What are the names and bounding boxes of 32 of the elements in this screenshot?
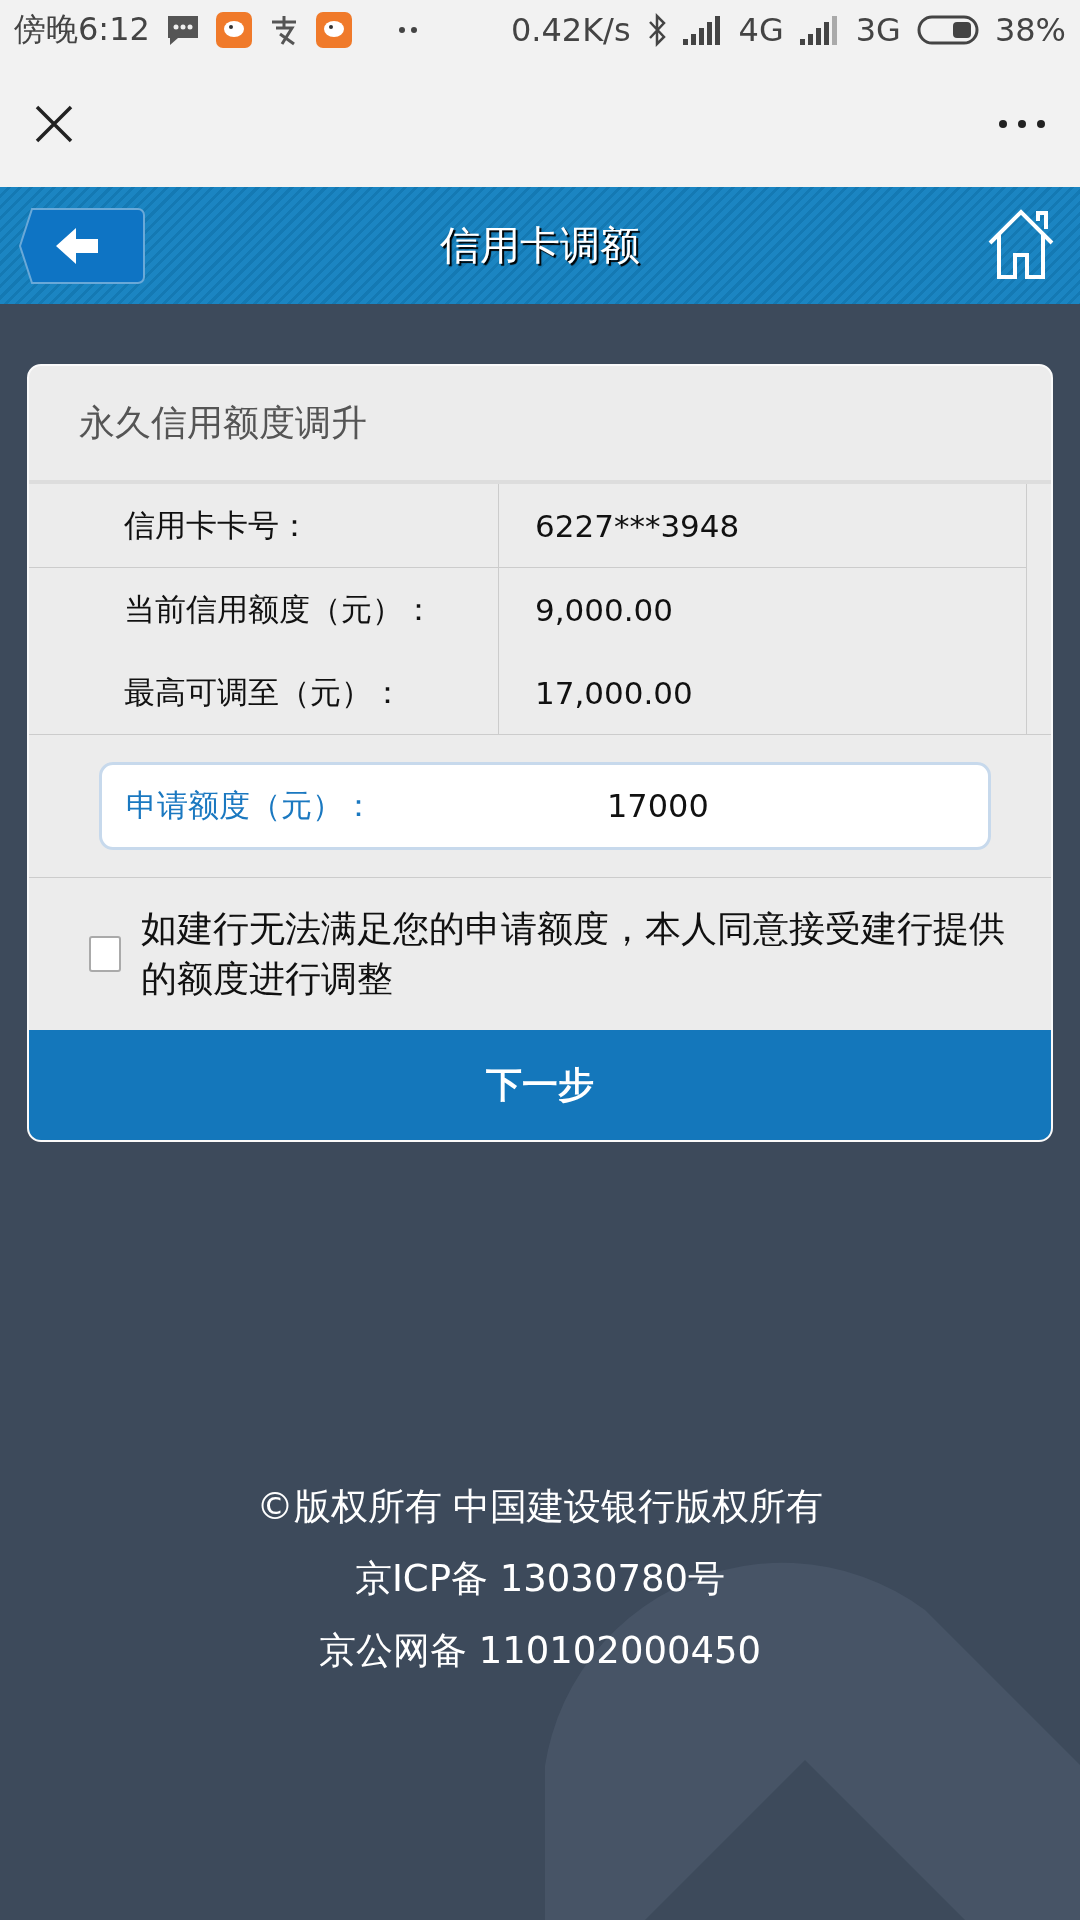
footer-text: 京ICP备 13030780号 bbox=[354, 1556, 726, 1602]
bluetooth-icon bbox=[646, 13, 667, 47]
field-value: 6227***3948 bbox=[534, 507, 740, 544]
card-title: 永久信用额度调升 bbox=[79, 400, 367, 445]
home-icon[interactable] bbox=[986, 207, 1056, 281]
amount-input-field[interactable]: 申请额度（元）： 17000 bbox=[99, 762, 991, 850]
more-icon[interactable] bbox=[998, 118, 1046, 129]
field-value: 17,000.00 bbox=[534, 674, 693, 711]
agree-checkbox[interactable] bbox=[89, 936, 121, 972]
network-type: 3G bbox=[855, 11, 901, 49]
next-button[interactable]: 下一步 bbox=[29, 1030, 1051, 1140]
footer-text: ©版权所有 中国建设银行版权所有 bbox=[256, 1484, 824, 1530]
footer-text: 京公网备 110102000450 bbox=[318, 1628, 762, 1674]
field-value: 9,000.00 bbox=[534, 591, 674, 628]
status-time: 傍晚6:12 bbox=[14, 9, 150, 50]
field-label: 当前信用额度（元）： bbox=[29, 568, 499, 651]
network-type: 4G bbox=[738, 11, 784, 49]
app-icon bbox=[315, 12, 352, 48]
signal-icon bbox=[682, 15, 723, 45]
battery-icon bbox=[916, 15, 979, 45]
field-label: 最高可调至（元）： bbox=[29, 651, 499, 734]
close-icon[interactable] bbox=[34, 103, 74, 144]
signal-icon bbox=[799, 15, 840, 45]
field-label: 信用卡卡号： bbox=[29, 484, 499, 567]
back-button[interactable] bbox=[18, 207, 146, 285]
message-icon bbox=[165, 14, 200, 46]
app-icon bbox=[215, 12, 252, 48]
dots-icon bbox=[397, 26, 418, 34]
battery-level: 38% bbox=[994, 11, 1066, 49]
page-title: 信用卡调额 bbox=[440, 221, 640, 270]
agreement-text: 如建行无法满足您的申请额度，本人同意接受建行提供的额度进行调整 bbox=[141, 906, 1006, 1001]
network-speed: 0.42K/s bbox=[510, 11, 631, 49]
